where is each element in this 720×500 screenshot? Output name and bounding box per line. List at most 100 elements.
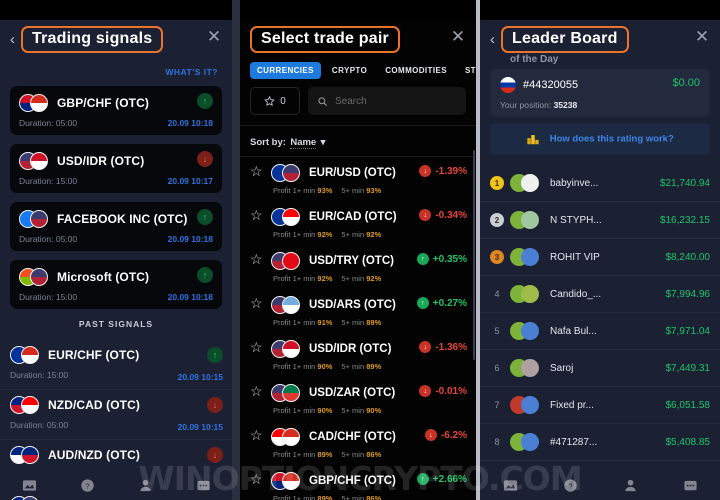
chart-image-icon[interactable] [503, 478, 518, 493]
trade-pair-row[interactable]: ☆ CAD/CHF (OTC) Profit 1+ min 89% 5+ min 86… [240, 421, 476, 465]
trade-pair-row[interactable]: ☆ EUR/USD (OTC) Profit 1+ min 93% 5+ min 93… [240, 157, 476, 201]
star-icon[interactable]: ☆ [250, 428, 267, 443]
trade-pair-row[interactable]: ☆ USD/ZAR (OTC) Profit 1+ min 90% 5+ min 90… [240, 377, 476, 421]
signal-timestamp: 20.09 10:17 [167, 176, 213, 186]
flag-right-icon [30, 268, 48, 286]
app-root: ‹ Trading signals ✕ WHAT'S IT? GBP/CHF (… [0, 0, 720, 500]
profile-person-icon[interactable] [623, 478, 638, 493]
currency-flags [271, 428, 301, 446]
currency-flags [271, 472, 301, 490]
leaderboard-row[interactable]: 7 Fixed pr... $6,051.58 [480, 387, 720, 424]
signal-asset-name: EUR/CHF (OTC) [48, 348, 140, 362]
close-icon[interactable]: ✕ [450, 28, 466, 45]
search-input[interactable]: Search [308, 87, 466, 115]
help-question-icon[interactable]: ? [80, 478, 95, 493]
pair-name: USD/TRY (OTC) [309, 255, 394, 267]
currency-flags [271, 296, 301, 314]
sort-label: Sort by: [250, 137, 286, 148]
profile-person-icon[interactable] [138, 478, 153, 493]
tab-commodities[interactable]: COMMODITIES [378, 62, 454, 79]
rating-info-link[interactable]: How does this rating work? [490, 123, 710, 155]
flag-right-icon [282, 384, 300, 402]
leaderboard-row[interactable]: 6 Saroj $7,449.31 [480, 350, 720, 387]
star-icon[interactable]: ☆ [250, 252, 267, 267]
currency-flags [10, 396, 40, 414]
trade-pair-row[interactable]: ☆ EUR/CAD (OTC) Profit 1+ min 92% 5+ min 92… [240, 201, 476, 245]
flag-right-icon [30, 152, 48, 170]
pair-change-percent: ↑ +0.35% [416, 253, 467, 265]
trade-pair-row[interactable]: ☆ GBP/CHF (OTC) Profit 1+ min 89% 5+ min 86… [240, 465, 476, 500]
past-signals-label: PAST SIGNALS [78, 319, 154, 329]
pair-name: USD/ARS (OTC) [309, 299, 396, 311]
my-amount: $0.00 [672, 77, 700, 89]
leaderboard-row[interactable]: 3 ROHIT VIP $8,240.00 [480, 239, 720, 276]
signal-item[interactable]: GBP/CHF (OTC) Duration: 05:00 20.09 10:18 ↑ [10, 86, 222, 135]
favorites-filter-button[interactable]: 0 [250, 87, 300, 115]
tab-stocks[interactable]: STOCKS [458, 62, 476, 79]
currency-flags [271, 384, 301, 402]
star-icon[interactable]: ☆ [250, 472, 267, 487]
status-bar [0, 0, 232, 20]
rank-medal: 1 [490, 176, 504, 190]
avatar [500, 77, 516, 93]
svg-text:?: ? [568, 481, 572, 490]
tab-crypto[interactable]: CRYPTO [325, 62, 374, 79]
chevron-down-icon[interactable]: ▾ [321, 137, 326, 148]
chart-image-icon[interactable] [22, 478, 37, 493]
star-icon[interactable]: ☆ [250, 296, 267, 311]
sort-row[interactable]: Sort by: Name ▾ [240, 125, 476, 157]
chevron-left-icon[interactable]: ‹ [490, 32, 495, 47]
leaderboard-row[interactable]: 2 N STYPH... $16,232.15 [480, 202, 720, 239]
arrow-up-icon: ↑ [416, 253, 429, 265]
more-menu-icon[interactable] [196, 478, 211, 493]
pair-change-percent: ↓ -0.01% [419, 385, 467, 397]
chevron-left-icon[interactable]: ‹ [10, 32, 15, 47]
avatar [510, 174, 540, 192]
trade-pair-row[interactable]: ☆ USD/IDR (OTC) Profit 1+ min 90% 5+ min 89… [240, 333, 476, 377]
search-placeholder: Search [335, 95, 367, 107]
star-icon[interactable]: ☆ [250, 208, 267, 223]
pair-name: USD/IDR (OTC) [309, 343, 392, 355]
signal-asset-name: GBP/CHF (OTC) [57, 96, 149, 110]
leaderboard-user-name: Fixed pr... [550, 399, 594, 411]
help-question-icon[interactable]: ? [563, 478, 578, 493]
flag-right-icon [30, 94, 48, 112]
signal-item[interactable]: EUR/CHF (OTC) Duration: 15:00 20.09 10:15 ↑ [0, 340, 232, 390]
trade-pair-row[interactable]: ☆ USD/TRY (OTC) Profit 1+ min 92% 5+ min 92… [240, 245, 476, 289]
status-bar-mid [240, 0, 476, 20]
trade-pair-row[interactable]: ☆ USD/ARS (OTC) Profit 1+ min 91% 5+ min 89… [240, 289, 476, 333]
close-icon[interactable]: ✕ [694, 28, 710, 45]
leaderboard-user-name: #471287... [550, 436, 598, 448]
whats-it-link[interactable]: WHAT'S IT? [0, 58, 232, 86]
arrow-down-icon: ↓ [419, 209, 432, 221]
pair-list-scrollbar[interactable] [473, 150, 475, 360]
star-icon[interactable]: ☆ [250, 164, 267, 179]
star-icon[interactable]: ☆ [250, 340, 267, 355]
pair-name: EUR/CAD (OTC) [309, 211, 397, 223]
signal-item[interactable]: Microsoft (OTC) Duration: 15:00 20.09 10:1… [10, 260, 222, 309]
flag-right-icon [21, 446, 39, 464]
currency-flags [10, 446, 40, 464]
sort-value[interactable]: Name [290, 137, 317, 149]
leaderboard-list: 1 babyinve... $21,740.94 2 N STYPH... $16,232… [480, 165, 720, 461]
flag-right-icon [21, 346, 39, 364]
flag-right-icon [282, 164, 300, 182]
star-icon[interactable]: ☆ [250, 384, 267, 399]
leaderboard-row[interactable]: 8 #471287... $5,408.85 [480, 424, 720, 461]
signal-item[interactable]: USD/IDR (OTC) Duration: 15:00 20.09 10:17 ↓ [10, 144, 222, 193]
signal-item[interactable]: FACEBOOK INC (OTC) Duration: 05:00 20.09 1… [10, 202, 222, 251]
leaderboard-row[interactable]: 4 Candido_... $7,994.96 [480, 276, 720, 313]
leaderboard-row[interactable]: 1 babyinve... $21,740.94 [480, 165, 720, 202]
leader-board-panel: ‹ Leader Board ✕ of the Day #44320055 $0… [480, 0, 720, 500]
leaderboard-user-name: babyinve... [550, 177, 599, 189]
tab-currencies[interactable]: CURRENCIES [250, 62, 321, 79]
currency-flags [271, 208, 301, 226]
signal-item[interactable]: NZD/CAD (OTC) Duration: 05:00 20.09 10:15 ↓ [0, 390, 232, 440]
leaderboard-row[interactable]: 5 Nafa Bul... $7,971.04 [480, 313, 720, 350]
leaderboard-amount: $7,994.96 [665, 288, 711, 300]
rank-number: 4 [494, 289, 500, 299]
leaderboard-amount: $8,240.00 [665, 251, 711, 263]
pairs-header: Select trade pair ✕ [240, 20, 476, 58]
close-icon[interactable]: ✕ [206, 28, 222, 45]
more-menu-icon[interactable] [683, 478, 698, 493]
